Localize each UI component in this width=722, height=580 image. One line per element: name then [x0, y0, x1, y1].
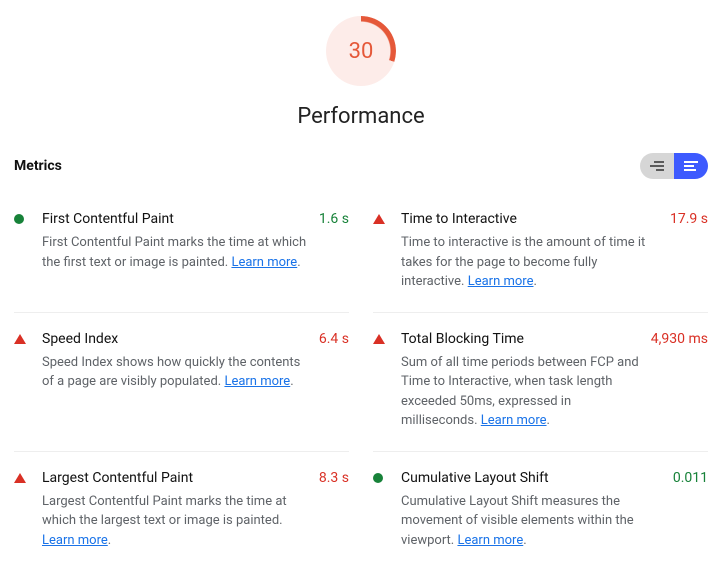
view-toggle: [640, 153, 708, 179]
status-pass-icon: [14, 211, 32, 292]
status-pass-icon: [373, 470, 391, 551]
metric-name: Speed Index: [42, 331, 309, 347]
metrics-heading: Metrics: [14, 158, 62, 174]
metric-card: Largest Contentful Paint Largest Contentf…: [14, 452, 349, 571]
learn-more-link[interactable]: Learn more: [224, 374, 290, 389]
learn-more-link[interactable]: Learn more: [42, 533, 108, 548]
metric-card: Speed Index Speed Index shows how quickly…: [14, 313, 349, 452]
score-number: 30: [326, 16, 396, 86]
lines-icon: [684, 160, 698, 172]
metric-description: Largest Contentful Paint marks the time …: [42, 492, 309, 551]
metric-description: First Contentful Paint marks the time at…: [42, 233, 309, 272]
score-gauge: 30: [326, 16, 396, 86]
status-fail-icon: [14, 331, 32, 431]
metric-body: Cumulative Layout Shift Cumulative Layout…: [401, 470, 663, 551]
metric-name: Time to Interactive: [401, 211, 660, 227]
metric-name: Largest Contentful Paint: [42, 470, 309, 486]
metric-description: Cumulative Layout Shift measures the mov…: [401, 492, 663, 551]
metric-body: Time to Interactive Time to interactive i…: [401, 211, 660, 292]
lines-icon: [650, 160, 664, 172]
learn-more-link[interactable]: Learn more: [481, 413, 547, 428]
status-fail-icon: [373, 331, 391, 431]
metric-description: Time to interactive is the amount of tim…: [401, 233, 660, 292]
metric-value: 1.6 s: [319, 211, 349, 292]
metric-value: 6.4 s: [319, 331, 349, 431]
metric-body: Largest Contentful Paint Largest Contentf…: [42, 470, 309, 551]
metric-value: 4,930 ms: [651, 331, 708, 431]
metric-card: First Contentful Paint First Contentful P…: [14, 193, 349, 313]
learn-more-link[interactable]: Learn more: [231, 255, 297, 270]
metric-value: 17.9 s: [670, 211, 708, 292]
metric-name: Cumulative Layout Shift: [401, 470, 663, 486]
metric-value: 8.3 s: [319, 470, 349, 551]
view-compact-button[interactable]: [640, 153, 674, 179]
metric-card: Total Blocking Time Sum of all time perio…: [373, 313, 708, 452]
metric-name: Total Blocking Time: [401, 331, 641, 347]
gauge-title: Performance: [297, 104, 424, 129]
status-fail-icon: [14, 470, 32, 551]
status-fail-icon: [373, 211, 391, 292]
learn-more-link[interactable]: Learn more: [468, 274, 534, 289]
metric-body: Total Blocking Time Sum of all time perio…: [401, 331, 641, 431]
metric-name: First Contentful Paint: [42, 211, 309, 227]
metric-value: 0.011: [673, 470, 708, 551]
learn-more-link[interactable]: Learn more: [457, 533, 523, 548]
metric-body: First Contentful Paint First Contentful P…: [42, 211, 309, 292]
metric-body: Speed Index Speed Index shows how quickly…: [42, 331, 309, 431]
metric-card: Time to Interactive Time to interactive i…: [373, 193, 708, 313]
performance-gauge: 30 Performance: [14, 16, 708, 129]
metric-description: Sum of all time periods between FCP and …: [401, 353, 641, 431]
metric-card: Cumulative Layout Shift Cumulative Layout…: [373, 452, 708, 571]
metric-description: Speed Index shows how quickly the conten…: [42, 353, 309, 392]
view-expanded-button[interactable]: [674, 153, 708, 179]
